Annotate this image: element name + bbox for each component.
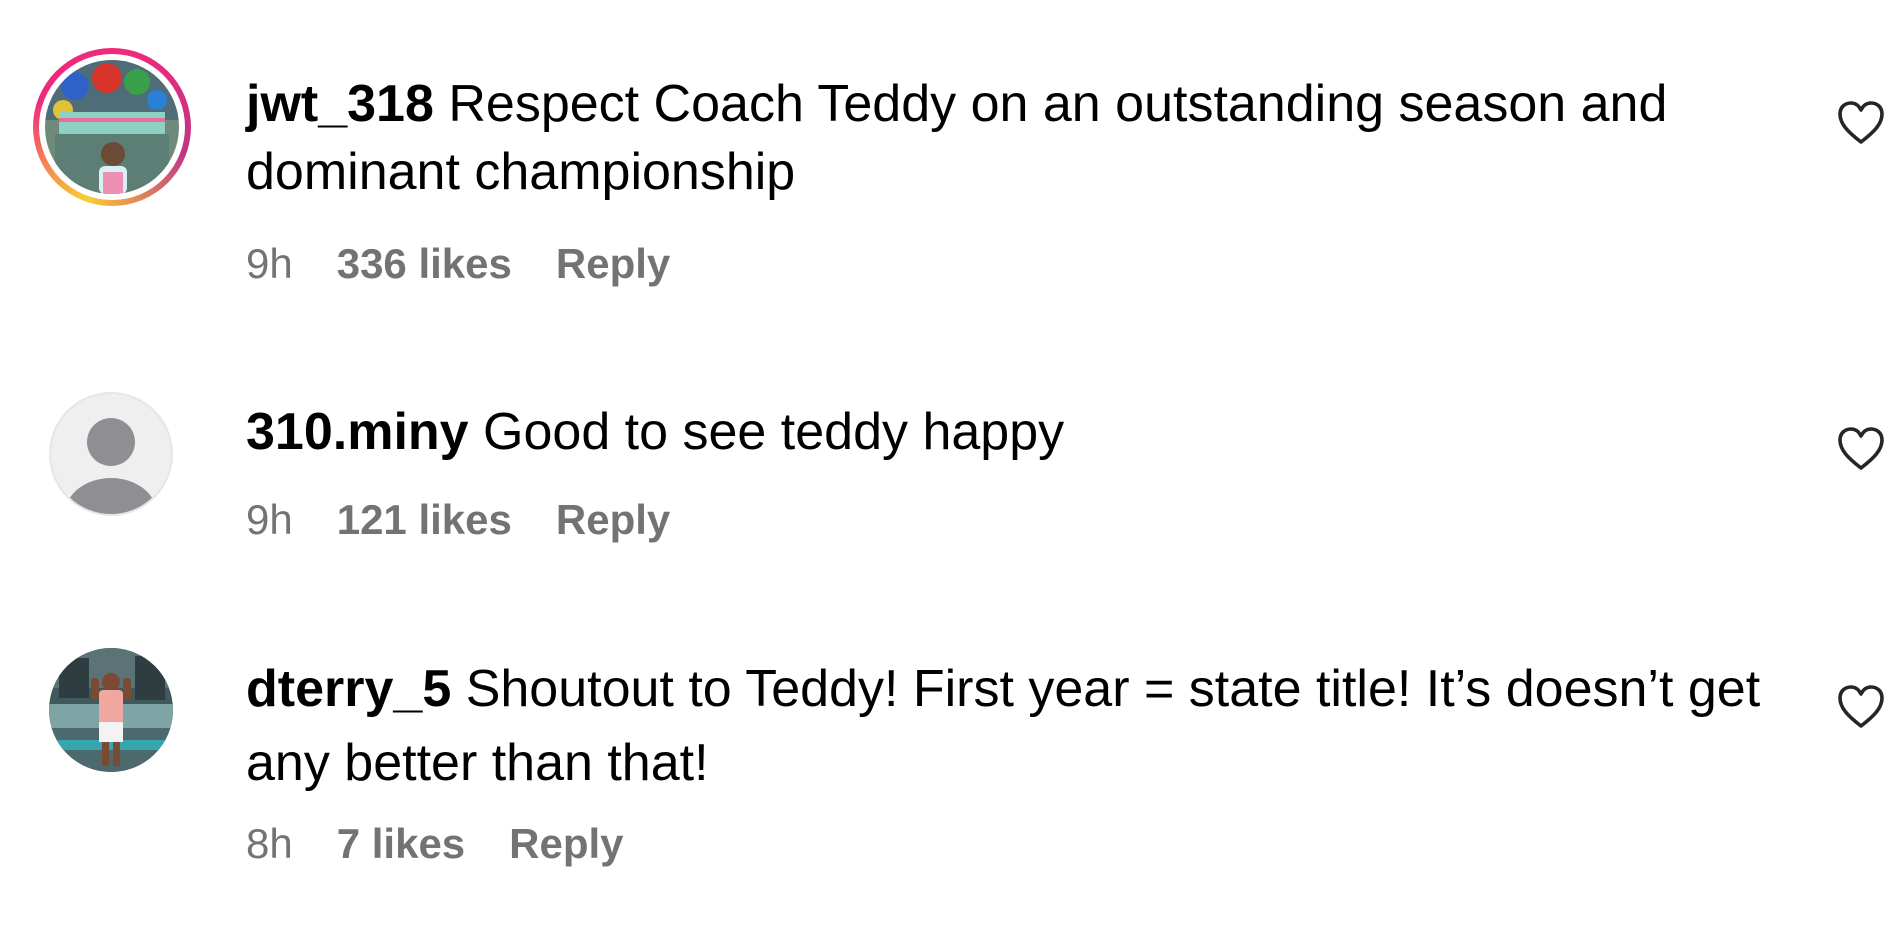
comment-username[interactable]: 310.miny xyxy=(246,403,469,461)
comment-time: 8h xyxy=(246,820,293,867)
comment-likes[interactable]: 121 likes xyxy=(337,496,512,543)
comment-username[interactable]: dterry_5 xyxy=(246,660,451,718)
avatar-story-ring[interactable] xyxy=(33,48,191,206)
comment-meta: 9h 121 likes Reply xyxy=(246,496,714,544)
comment-meta: 8h 7 likes Reply xyxy=(246,820,668,868)
comment-likes[interactable]: 336 likes xyxy=(337,240,512,287)
comment-time: 9h xyxy=(246,496,293,543)
comment-meta: 9h 336 likes Reply xyxy=(246,240,714,288)
comment-time: 9h xyxy=(246,240,293,287)
reply-button[interactable]: Reply xyxy=(556,496,670,543)
comment-text: Good to see teddy happy xyxy=(483,403,1065,461)
comment-likes[interactable]: 7 likes xyxy=(337,820,465,867)
default-avatar-icon[interactable] xyxy=(49,392,173,516)
avatar xyxy=(45,60,179,194)
comments-list: jwt_318 Respect Coach Teddy on an outsta… xyxy=(0,0,1900,943)
comment-text-block: jwt_318 Respect Coach Teddy on an outsta… xyxy=(246,70,1766,206)
comment-username[interactable]: jwt_318 xyxy=(246,75,434,133)
comment-text: Shoutout to Teddy! First year = state ti… xyxy=(246,660,1761,792)
heart-outline-icon[interactable] xyxy=(1836,426,1886,472)
comment-text-block: dterry_5 Shoutout to Teddy! First year =… xyxy=(246,652,1766,800)
heart-outline-icon[interactable] xyxy=(1836,100,1886,146)
avatar[interactable] xyxy=(49,648,173,772)
comment-text-block: 310.miny Good to see teddy happy xyxy=(246,398,1766,466)
reply-button[interactable]: Reply xyxy=(509,820,623,867)
comment-text: Respect Coach Teddy on an outstanding se… xyxy=(246,75,1668,201)
heart-outline-icon[interactable] xyxy=(1836,684,1886,730)
reply-button[interactable]: Reply xyxy=(556,240,670,287)
